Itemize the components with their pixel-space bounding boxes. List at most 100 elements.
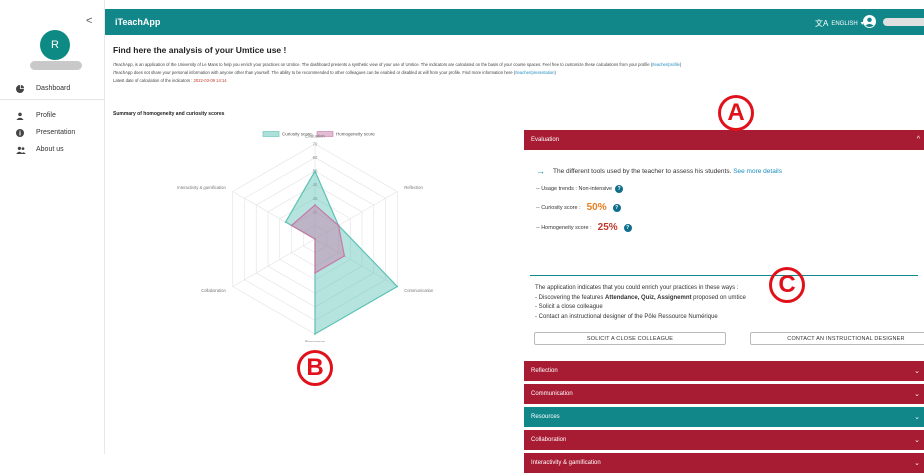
homogeneity-label: -- Homogeneity score :: [536, 224, 592, 231]
axis-label: Resources: [305, 340, 325, 343]
usage-label: -- Usage trends : Non-intensive: [536, 186, 613, 192]
section-header-reflection[interactable]: Reflection ⌄: [524, 361, 924, 381]
tick-label: 70: [313, 142, 318, 147]
sidebar-nav: Dashboard Profile Presentation About us: [0, 80, 105, 158]
section-header-communication[interactable]: Communication ⌄: [524, 384, 924, 404]
radar-chart: Curiosity scoreHomogeneity score 2030405…: [177, 131, 434, 343]
app-header: iTeachApp 文A ENGLISH ▾: [105, 9, 924, 35]
chevron-down-icon: ⌄: [914, 391, 920, 398]
axis-label: Interactivity & gamification: [177, 185, 226, 190]
person-icon: [16, 112, 36, 120]
callout-b: B: [297, 350, 333, 386]
chevron-down-icon: ⌄: [914, 460, 920, 467]
advice-intro: The application indicates that you could…: [535, 285, 739, 291]
presentation-link[interactable]: /teacher/presentation: [515, 70, 554, 75]
section-header-resources[interactable]: Resources ⌄: [524, 407, 924, 427]
chevron-left-icon[interactable]: <: [86, 15, 92, 27]
page-title: Find here the analysis of your Umtice us…: [113, 45, 287, 55]
data-point: [314, 238, 316, 240]
advice-1-pre: - Discovering the features: [535, 294, 606, 301]
homogeneity-metric: -- Homogeneity score : 25% ?: [536, 222, 914, 233]
advice-item: - Contact an instructional designer of t…: [535, 313, 718, 320]
account-name-redacted: [883, 18, 924, 26]
data-point: [290, 224, 293, 227]
section-title: Communication: [531, 391, 573, 397]
solicit-colleague-button[interactable]: SOLICIT A CLOSE COLLEAGUE: [534, 332, 726, 345]
action-buttons: SOLICIT A CLOSE COLLEAGUE CONTACT AN INS…: [534, 332, 924, 345]
callout-c: C: [769, 267, 805, 303]
legend-swatch: [262, 131, 280, 137]
language-selector[interactable]: 文A ENGLISH ▾: [815, 18, 864, 29]
legend-label: Homogeneity score: [336, 132, 375, 137]
data-point: [343, 255, 346, 257]
section-header-collaboration[interactable]: Collaboration ⌄: [524, 430, 924, 450]
intro: Find here the analysis of your Umtice us…: [113, 45, 918, 85]
group-icon: [16, 146, 36, 154]
advice-1-post: proposed on umtice: [691, 294, 746, 301]
chevron-down-icon: ⌄: [914, 414, 920, 421]
sidebar-item-label: About us: [36, 146, 64, 153]
advice-item: - Discovering the features Attendance, Q…: [535, 294, 746, 304]
sidebar-item-label: Profile: [36, 112, 56, 119]
arrow-right-icon: →: [536, 166, 545, 176]
date-label: Latest date of calculation of the indica…: [113, 78, 193, 83]
sidebar-item-label: Presentation: [36, 129, 76, 136]
axis-label: Collaboration: [201, 288, 226, 293]
chevron-down-icon: ⌄: [914, 437, 920, 444]
sidebar-item-profile[interactable]: Profile: [0, 107, 105, 124]
section-title: Resources: [531, 414, 560, 420]
help-icon[interactable]: ?: [612, 203, 621, 212]
section-title: Evaluation: [531, 137, 560, 143]
tick-label: 60: [313, 155, 318, 160]
intro-paragraph-1-end: ): [679, 62, 682, 67]
curiosity-metric: -- Curiosity score : 50% ?: [536, 202, 914, 213]
date-value: 2022-03-09 14:14: [193, 78, 227, 83]
app-title[interactable]: iTeachApp: [115, 17, 160, 27]
more-details-link[interactable]: See more details: [733, 168, 782, 175]
chart-axis-labels: Evaluation Reflection Communication Resourc…: [177, 134, 434, 343]
avatar-initial: R: [51, 39, 59, 51]
section-header-evaluation[interactable]: Evaluation ^: [524, 130, 924, 150]
intro-paragraph-2-end: ): [554, 70, 556, 75]
data-point: [314, 170, 316, 173]
axis-label: Evaluation: [305, 134, 325, 139]
intro-text: iTeachApp, is an application of the Univ…: [113, 61, 918, 85]
homogeneity-value: 25%: [597, 222, 618, 233]
divider: [530, 275, 918, 276]
account-icon[interactable]: [863, 15, 876, 33]
callout-a: A: [718, 95, 754, 131]
recommendations: The application indicates that you could…: [535, 284, 746, 322]
usage-trend: -- Usage trends : Non-intensive ?: [536, 185, 914, 193]
language-label: ENGLISH: [831, 20, 858, 27]
username-redacted: [30, 61, 82, 70]
evaluation-details: → The different tools used by the teache…: [524, 150, 924, 345]
intro-paragraph-1: iTeachApp, is an application of the Univ…: [113, 62, 653, 67]
grid-spoke: [232, 238, 316, 287]
curiosity-label: -- Curiosity score :: [536, 204, 581, 211]
chart-title: Summary of homogeneity and curiosity sco…: [113, 111, 225, 117]
avatar[interactable]: R: [40, 30, 70, 60]
sidebar-divider: [0, 99, 105, 100]
data-point: [314, 333, 316, 335]
contact-designer-button[interactable]: CONTACT AN INSTRUCTIONAL DESIGNER: [750, 332, 924, 345]
curiosity-value: 50%: [586, 202, 607, 213]
translate-icon: 文A: [815, 19, 829, 28]
axis-label: Reflection: [404, 185, 423, 190]
indicator-panel: Evaluation ^ → The different tools used …: [524, 130, 924, 476]
intro-paragraph-2: iTeachApp does not share your personal i…: [113, 70, 516, 75]
help-icon[interactable]: ?: [623, 223, 632, 232]
data-point: [314, 272, 316, 274]
data-point: [396, 285, 399, 288]
advice-item: - Solicit a close colleague: [535, 304, 603, 310]
sidebar-item-about[interactable]: About us: [0, 141, 105, 158]
sidebar-item-presentation[interactable]: Presentation: [0, 124, 105, 141]
help-icon[interactable]: ?: [615, 185, 624, 193]
sidebar-item-dashboard[interactable]: Dashboard: [0, 80, 105, 97]
chart-series: [284, 169, 399, 336]
profile-link[interactable]: /teacher/profile: [652, 62, 680, 67]
section-title: Interactivity & gamification: [531, 460, 601, 466]
data-point: [337, 224, 340, 227]
advice-1-features: Attendance, Quiz, Assignemnt: [605, 294, 692, 301]
tools-description: → The different tools used by the teache…: [536, 166, 914, 176]
section-header-interactivity[interactable]: Interactivity & gamification ⌄: [524, 453, 924, 473]
